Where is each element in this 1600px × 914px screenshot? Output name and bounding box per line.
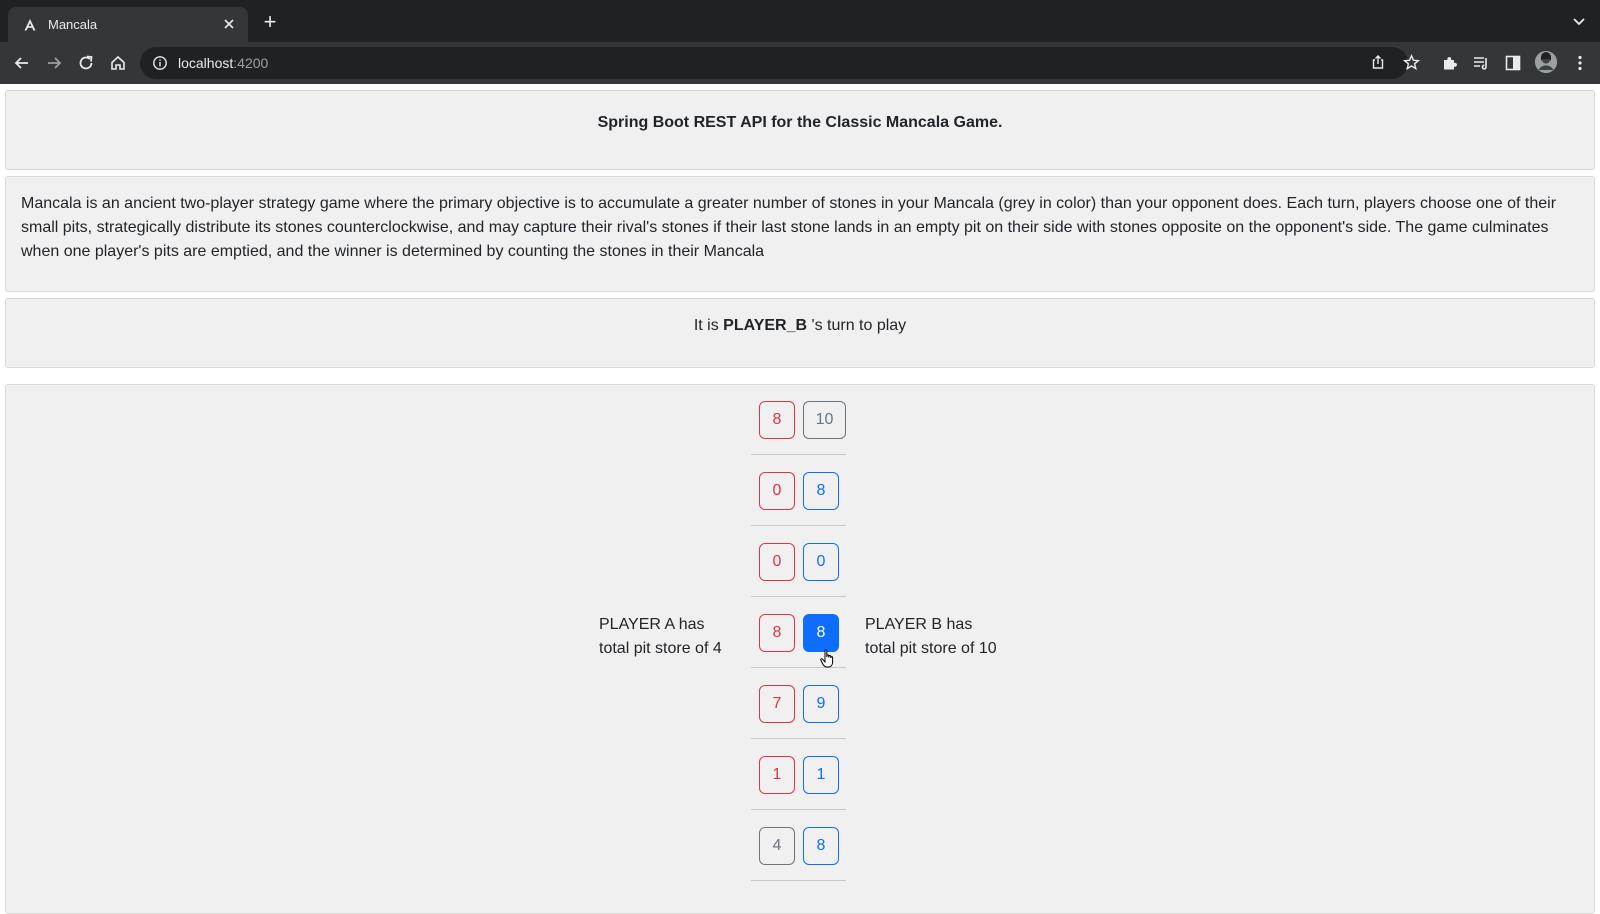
angular-favicon-icon: [22, 17, 38, 33]
player-b-label: PLAYER B has: [865, 616, 973, 633]
url-port: :4200: [233, 55, 269, 71]
avatar[interactable]: [1535, 51, 1557, 73]
forward-icon[interactable]: [42, 51, 66, 75]
home-icon[interactable]: [106, 51, 130, 75]
side-panel-icon[interactable]: [1501, 51, 1525, 75]
url-host: localhost: [178, 55, 234, 71]
player-a-pit[interactable]: 0: [759, 543, 795, 581]
back-icon[interactable]: [10, 51, 34, 75]
hand-cursor-icon: [820, 649, 836, 669]
turn-prefix: It is: [693, 317, 719, 334]
turn-card: It is PLAYER_B 's turn to play: [5, 298, 1595, 368]
player-b-pit[interactable]: 8: [803, 472, 839, 510]
info-icon[interactable]: [152, 55, 168, 71]
player-b-pit-active[interactable]: 8: [803, 614, 839, 652]
player-b-info: PLAYER B has total pit store of 10: [865, 613, 997, 661]
browser-tab-bar: Mancala +: [0, 0, 1600, 42]
chevron-down-icon[interactable]: [1570, 12, 1588, 30]
pit-row: 1 1: [751, 740, 846, 810]
reload-icon[interactable]: [74, 51, 98, 75]
turn-suffix: 's turn to play: [811, 317, 907, 334]
player-a-pit[interactable]: 0: [759, 472, 795, 510]
player-b-store[interactable]: 10: [803, 401, 846, 439]
player-a-store[interactable]: 4: [759, 827, 795, 865]
player-a-info: PLAYER A has total pit store of 4: [599, 613, 722, 661]
player-b-pit[interactable]: 0: [803, 543, 839, 581]
turn-indicator: It is PLAYER_B 's turn to play: [6, 317, 1594, 335]
extensions-icon[interactable]: [1438, 51, 1462, 75]
browser-toolbar: localhost:4200: [0, 42, 1600, 84]
tab-title: Mancala: [48, 17, 98, 32]
player-b-total: total pit store of 10: [865, 640, 997, 657]
share-icon[interactable]: [1367, 51, 1389, 73]
header-card: Spring Boot REST API for the Classic Man…: [5, 90, 1595, 170]
player-a-label: PLAYER A has: [599, 616, 705, 633]
pit-row: 8 10: [751, 385, 846, 455]
player-b-pit[interactable]: 1: [803, 756, 839, 794]
game-board: 8 10 0 8 0 0 8 8 7 9 1 1 4 8 PLAYER A ha…: [5, 384, 1595, 914]
new-tab-button[interactable]: +: [258, 10, 282, 34]
browser-tab[interactable]: Mancala: [8, 7, 248, 42]
current-player: PLAYER_B: [723, 317, 808, 334]
game-description: Mancala is an ancient two-player strateg…: [21, 195, 1557, 260]
player-b-pit[interactable]: 8: [803, 827, 839, 865]
pit-row: 7 9: [751, 669, 846, 739]
pit-row: 4 8: [751, 811, 846, 881]
address-bar[interactable]: localhost:4200: [140, 47, 1408, 79]
pit-row: 0 8: [751, 456, 846, 526]
pit-row: 0 0: [751, 527, 846, 597]
star-icon[interactable]: [1400, 51, 1422, 73]
player-a-pit[interactable]: 1: [759, 756, 795, 794]
page-title: Spring Boot REST API for the Classic Man…: [597, 114, 1003, 131]
player-b-pit[interactable]: 9: [803, 685, 839, 723]
player-a-pit[interactable]: 8: [759, 401, 795, 439]
description-card: Mancala is an ancient two-player strateg…: [5, 176, 1595, 292]
player-a-total: total pit store of 4: [599, 640, 722, 657]
player-a-pit[interactable]: 7: [759, 685, 795, 723]
page-content: Spring Boot REST API for the Classic Man…: [0, 84, 1600, 914]
close-icon[interactable]: [220, 16, 238, 34]
player-a-pit[interactable]: 8: [759, 614, 795, 652]
reading-list-icon[interactable]: [1469, 51, 1493, 75]
more-vert-icon[interactable]: [1568, 51, 1592, 75]
